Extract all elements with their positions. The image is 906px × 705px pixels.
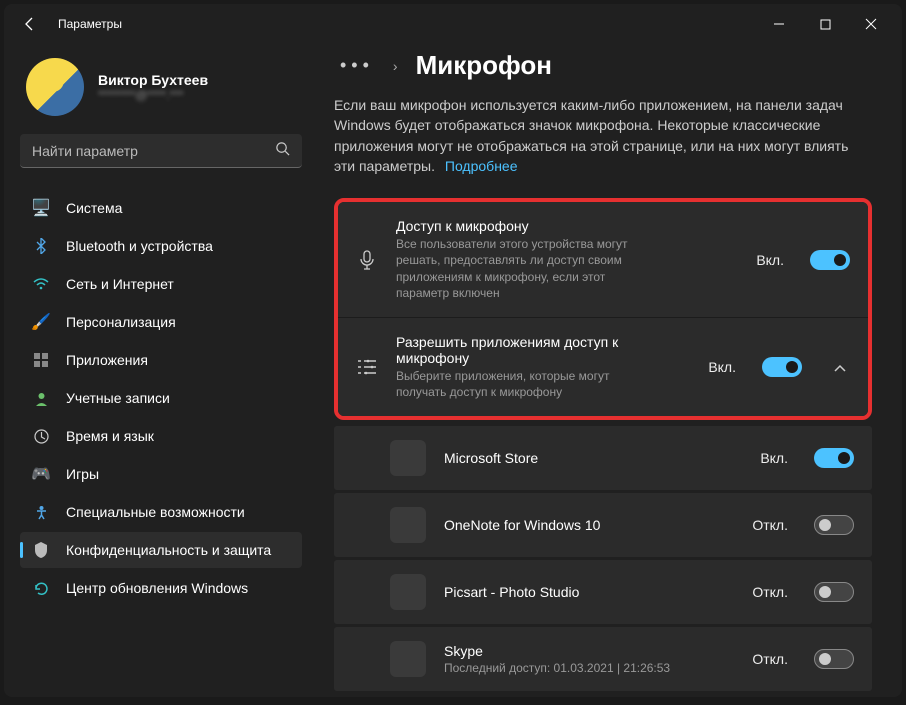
- brush-icon: 🖌️: [32, 313, 50, 331]
- setting-microphone-access[interactable]: Доступ к микрофону Все пользователи этог…: [338, 202, 868, 318]
- sidebar-item-time[interactable]: Время и язык: [20, 418, 302, 454]
- titlebar: Параметры: [4, 4, 902, 44]
- setting-title: Доступ к микрофону: [396, 218, 738, 234]
- bluetooth-icon: [32, 237, 50, 255]
- app-toggle[interactable]: [814, 649, 854, 669]
- sidebar-item-label: Учетные записи: [66, 390, 170, 406]
- app-icon: [390, 440, 426, 476]
- sidebar-item-gaming[interactable]: 🎮 Игры: [20, 456, 302, 492]
- allow-apps-toggle[interactable]: [762, 357, 802, 377]
- setting-title: Разрешить приложениям доступ к микрофону: [396, 334, 690, 366]
- intro-text: Если ваш микрофон используется каким-либ…: [334, 95, 854, 176]
- app-row[interactable]: Skype Последний доступ: 01.03.2021 | 21:…: [334, 627, 872, 691]
- sidebar-item-label: Центр обновления Windows: [66, 580, 248, 596]
- setting-allow-apps[interactable]: Разрешить приложениям доступ к микрофону…: [338, 318, 868, 416]
- sidebar-item-label: Bluetooth и устройства: [66, 238, 213, 254]
- sidebar-item-network[interactable]: Сеть и Интернет: [20, 266, 302, 302]
- breadcrumb: • • • › Микрофон: [334, 50, 872, 81]
- sidebar: Виктор Бухтеев ********@****.*** 🖥️ Систе…: [4, 44, 314, 697]
- sidebar-item-accessibility[interactable]: Специальные возможности: [20, 494, 302, 530]
- app-row[interactable]: Microsoft Store Вкл.: [334, 426, 872, 490]
- sidebar-item-update[interactable]: Центр обновления Windows: [20, 570, 302, 606]
- chevron-right-icon: ›: [393, 58, 398, 74]
- toggle-state-label: Откл.: [752, 651, 788, 667]
- close-button[interactable]: [848, 8, 894, 40]
- app-toggle[interactable]: [814, 582, 854, 602]
- person-icon: [32, 389, 50, 407]
- sidebar-item-label: Приложения: [66, 352, 148, 368]
- app-toggle[interactable]: [814, 515, 854, 535]
- minimize-button[interactable]: [756, 8, 802, 40]
- shield-icon: [32, 541, 50, 559]
- app-list: Microsoft Store Вкл. OneNote for Windows…: [334, 426, 872, 691]
- search-box[interactable]: [20, 134, 302, 168]
- setting-description: Выберите приложения, которые могут получ…: [396, 368, 646, 400]
- sidebar-item-label: Игры: [66, 466, 99, 482]
- sidebar-item-label: Персонализация: [66, 314, 176, 330]
- app-name: Microsoft Store: [444, 450, 742, 466]
- maximize-button[interactable]: [802, 8, 848, 40]
- sidebar-item-accounts[interactable]: Учетные записи: [20, 380, 302, 416]
- update-icon: [32, 579, 50, 597]
- app-icon: [390, 641, 426, 677]
- sidebar-item-system[interactable]: 🖥️ Система: [20, 190, 302, 226]
- gamepad-icon: 🎮: [32, 465, 50, 483]
- app-icon: [390, 574, 426, 610]
- back-button[interactable]: [12, 6, 48, 42]
- profile-email: ********@****.***: [98, 88, 208, 102]
- microphone-access-toggle[interactable]: [810, 250, 850, 270]
- wifi-icon: [32, 275, 50, 293]
- sidebar-item-bluetooth[interactable]: Bluetooth и устройства: [20, 228, 302, 264]
- list-settings-icon: [356, 359, 378, 375]
- app-subtext: Последний доступ: 01.03.2021 | 21:26:53: [444, 661, 734, 675]
- profile-block[interactable]: Виктор Бухтеев ********@****.***: [26, 58, 302, 116]
- app-row[interactable]: Picsart - Photo Studio Откл.: [334, 560, 872, 624]
- sidebar-item-label: Сеть и Интернет: [66, 276, 174, 292]
- clock-icon: [32, 427, 50, 445]
- app-name: OneNote for Windows 10: [444, 517, 734, 533]
- accessibility-icon: [32, 503, 50, 521]
- search-icon: [275, 141, 290, 161]
- microphone-icon: [356, 250, 378, 270]
- window-title: Параметры: [58, 17, 122, 31]
- toggle-state-label: Вкл.: [760, 450, 788, 466]
- display-icon: 🖥️: [32, 199, 50, 217]
- sidebar-item-label: Специальные возможности: [66, 504, 245, 520]
- sidebar-item-label: Время и язык: [66, 428, 154, 444]
- app-icon: [390, 507, 426, 543]
- toggle-state-label: Откл.: [752, 584, 788, 600]
- avatar: [26, 58, 84, 116]
- learn-more-link[interactable]: Подробнее: [445, 158, 518, 174]
- app-toggle[interactable]: [814, 448, 854, 468]
- search-input[interactable]: [32, 143, 275, 159]
- sidebar-item-apps[interactable]: Приложения: [20, 342, 302, 378]
- page-title: Микрофон: [416, 50, 552, 81]
- breadcrumb-more-button[interactable]: • • •: [334, 53, 375, 78]
- sidebar-item-label: Конфиденциальность и защита: [66, 542, 271, 558]
- app-row[interactable]: OneNote for Windows 10 Откл.: [334, 493, 872, 557]
- highlighted-settings: Доступ к микрофону Все пользователи этог…: [334, 198, 872, 420]
- toggle-state-label: Откл.: [752, 517, 788, 533]
- setting-description: Все пользователи этого устройства могут …: [396, 236, 646, 301]
- profile-name: Виктор Бухтеев: [98, 72, 208, 88]
- chevron-up-icon[interactable]: [830, 360, 850, 375]
- sidebar-item-privacy[interactable]: Конфиденциальность и защита: [20, 532, 302, 568]
- toggle-state-label: Вкл.: [756, 252, 784, 268]
- main-content: • • • › Микрофон Если ваш микрофон испол…: [314, 44, 902, 697]
- sidebar-item-personalization[interactable]: 🖌️ Персонализация: [20, 304, 302, 340]
- app-name: Picsart - Photo Studio: [444, 584, 734, 600]
- sidebar-item-label: Система: [66, 200, 122, 216]
- toggle-state-label: Вкл.: [708, 359, 736, 375]
- apps-icon: [32, 351, 50, 369]
- app-name: Skype: [444, 643, 734, 659]
